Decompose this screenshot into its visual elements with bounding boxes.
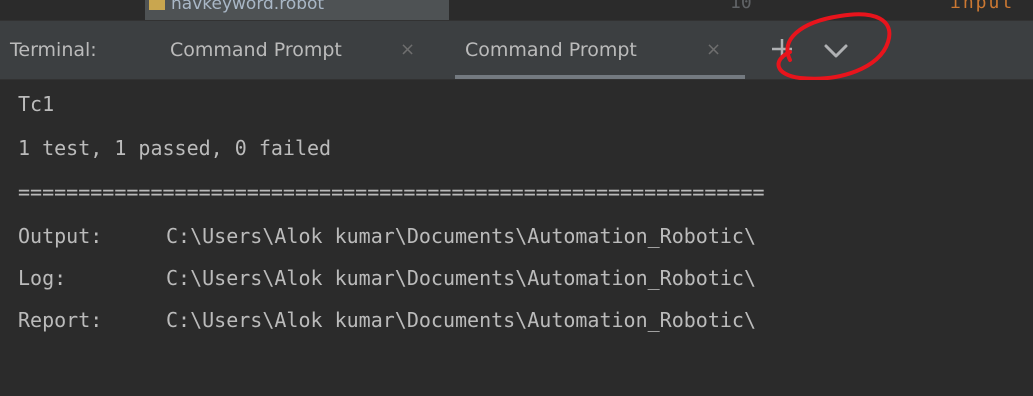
tab-label: Command Prompt (170, 39, 342, 61)
row-label: Log: (18, 266, 67, 290)
chevron-down-icon[interactable] (822, 39, 850, 63)
terminal-output[interactable]: Tc1 1 test, 1 passed, 0 failed =========… (0, 80, 1033, 396)
terminal-tab-bar: Terminal: Command Prompt × Command Promp… (0, 20, 1033, 80)
editor-file-name: navkeyword.robot (171, 0, 325, 14)
row-path[interactable]: C:\Users\Alok kumar\Documents\Automation… (166, 224, 756, 248)
terminal-title: Terminal: (10, 39, 97, 61)
close-icon[interactable]: × (706, 39, 721, 60)
editor-line-number: 10 (730, 0, 752, 13)
tab-label: Command Prompt (465, 39, 637, 61)
tab-command-prompt-1[interactable]: Command Prompt × (160, 21, 445, 79)
output-separator: ========================================… (18, 180, 765, 204)
output-row-report: Report: C:\Users\Alok kumar\Documents\Aut… (18, 308, 756, 332)
row-path[interactable]: C:\Users\Alok kumar\Documents\Automation… (166, 308, 756, 332)
editor-file-tab[interactable]: navkeyword.robot (145, 0, 449, 20)
plus-icon[interactable] (770, 37, 794, 61)
output-row-output: Output: C:\Users\Alok kumar\Documents\Aut… (18, 224, 756, 248)
robot-file-icon (149, 0, 165, 10)
tab-command-prompt-2[interactable]: Command Prompt × (455, 21, 745, 79)
output-line-test-name: Tc1 (18, 92, 55, 116)
row-label: Report: (18, 308, 103, 332)
editor-code-fragment: input (950, 0, 1015, 13)
output-line-summary: 1 test, 1 passed, 0 failed (18, 136, 332, 160)
close-icon[interactable]: × (400, 39, 415, 60)
editor-strip: navkeyword.robot 10 input (0, 0, 1033, 20)
row-label: Output: (18, 224, 103, 248)
row-path[interactable]: C:\Users\Alok kumar\Documents\Automation… (166, 266, 756, 290)
output-row-log: Log: C:\Users\Alok kumar\Documents\Automa… (18, 266, 756, 290)
